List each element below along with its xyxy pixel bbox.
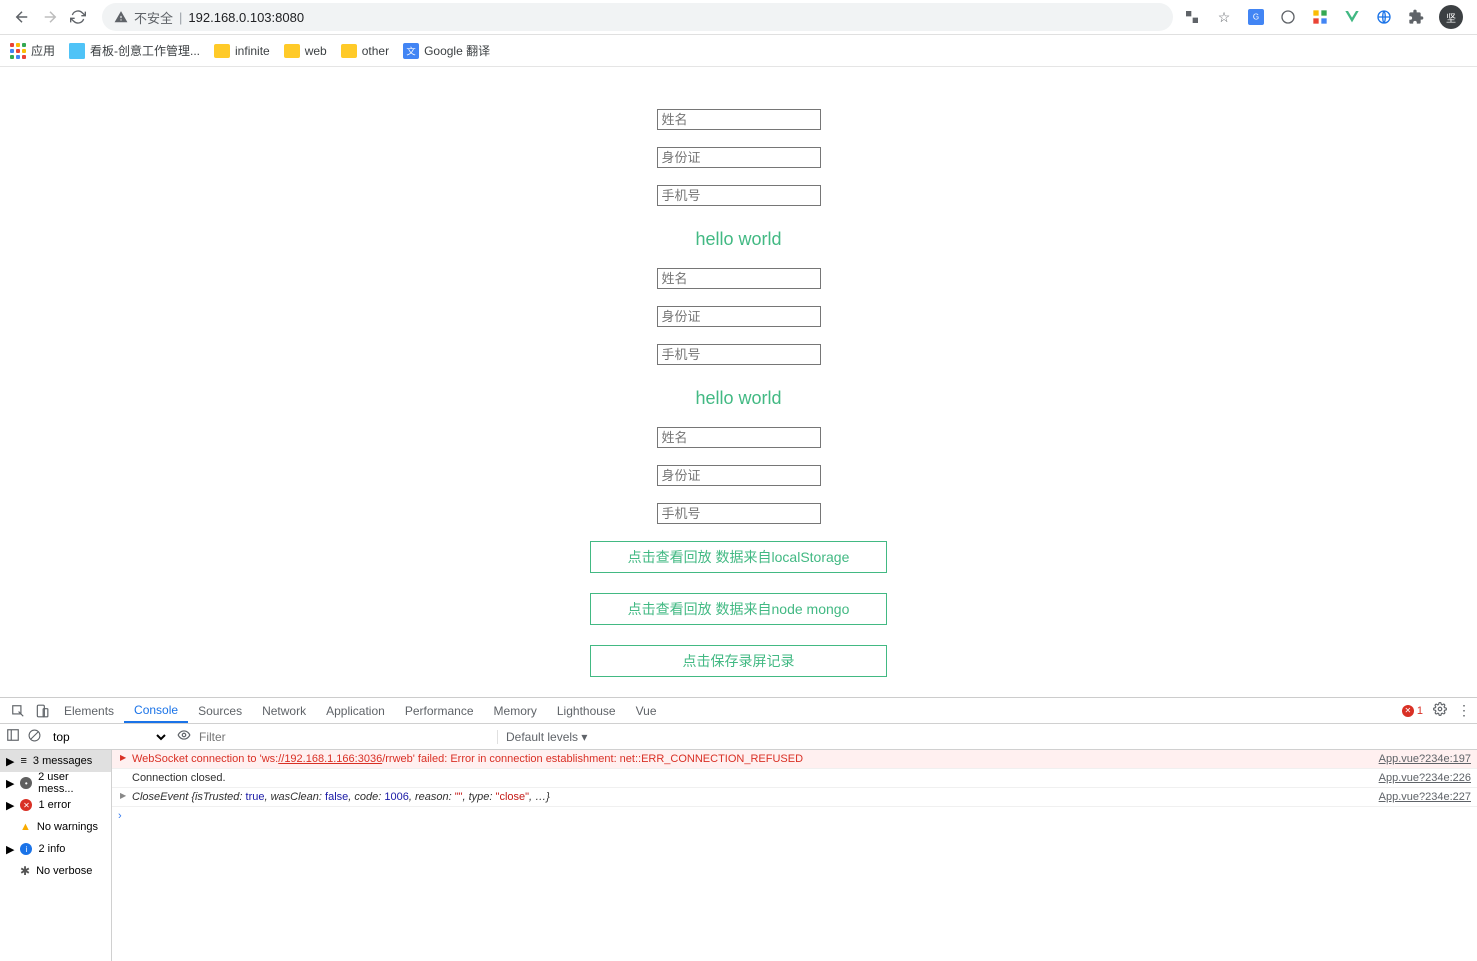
bookmark-star-icon[interactable]: ☆ <box>1215 8 1233 26</box>
side-errors[interactable]: ▶✕1 error <box>0 794 111 816</box>
apps-icon <box>10 43 26 59</box>
context-select[interactable]: top <box>49 729 169 745</box>
translate-icon: 文 <box>403 43 419 59</box>
id-input-1[interactable] <box>657 147 821 168</box>
reload-button[interactable] <box>64 3 92 31</box>
filter-input[interactable] <box>199 730 489 744</box>
side-verbose[interactable]: ✱No verbose <box>0 860 111 882</box>
profile-avatar[interactable]: 坚 <box>1439 5 1463 29</box>
tab-vue[interactable]: Vue <box>626 698 667 723</box>
error-source-link[interactable]: App.vue?234e:197 <box>1369 753 1471 765</box>
side-user-messages[interactable]: ▶•2 user mess... <box>0 772 111 794</box>
name-input-1[interactable] <box>657 109 821 130</box>
forward-button[interactable] <box>36 3 64 31</box>
hello-text-2: hello world <box>695 388 781 409</box>
live-expression-icon[interactable] <box>177 728 191 745</box>
svg-text:文: 文 <box>406 45 415 56</box>
bookmark-translate[interactable]: 文 Google 翻译 <box>403 42 490 59</box>
tab-lighthouse[interactable]: Lighthouse <box>547 698 626 723</box>
replay-mongo-button[interactable]: 点击查看回放 数据来自node mongo <box>590 593 887 625</box>
bookmark-infinite[interactable]: infinite <box>214 44 270 58</box>
bookmark-kanban[interactable]: 看板-创意工作管理... <box>69 42 200 59</box>
replay-localstorage-button[interactable]: 点击查看回放 数据来自localStorage <box>590 541 887 573</box>
url-text: 192.168.0.103:8080 <box>188 10 304 25</box>
console-log-line[interactable]: Connection closed. App.vue?234e:226 <box>112 769 1477 788</box>
grid-ext-icon[interactable] <box>1311 8 1329 26</box>
bookmark-web[interactable]: web <box>284 44 327 58</box>
circle-ext-icon[interactable] <box>1279 8 1297 26</box>
folder-icon <box>214 44 230 58</box>
tab-sources[interactable]: Sources <box>188 698 252 723</box>
error-count-badge[interactable]: ✕1 <box>1402 705 1423 717</box>
more-icon[interactable]: ⋮ <box>1457 702 1471 719</box>
insecure-icon <box>114 10 128 24</box>
extensions-menu-icon[interactable] <box>1407 8 1425 26</box>
name-input-2[interactable] <box>657 268 821 289</box>
tab-network[interactable]: Network <box>252 698 316 723</box>
phone-input-1[interactable] <box>657 185 821 206</box>
settings-icon[interactable] <box>1433 702 1447 719</box>
tab-application[interactable]: Application <box>316 698 395 723</box>
side-info[interactable]: ▶i2 info <box>0 838 111 860</box>
console-error-line[interactable]: WebSocket connection to 'ws://192.168.1.… <box>112 750 1477 769</box>
folder-icon <box>284 44 300 58</box>
phone-input-3[interactable] <box>657 503 821 524</box>
devtools-panel: Elements Console Sources Network Applica… <box>0 697 1477 961</box>
log-source-link[interactable]: App.vue?234e:226 <box>1369 772 1471 784</box>
back-button[interactable] <box>8 3 36 31</box>
name-input-3[interactable] <box>657 427 821 448</box>
insecure-label: 不安全 <box>134 8 173 27</box>
inspect-element-icon[interactable] <box>6 698 30 723</box>
clear-console-icon[interactable] <box>28 729 41 745</box>
address-bar[interactable]: 不安全 | 192.168.0.103:8080 <box>102 3 1173 31</box>
google-translate-icon[interactable]: G <box>1247 8 1265 26</box>
console-prompt[interactable]: › <box>112 807 1477 825</box>
hello-text-1: hello world <box>695 229 781 250</box>
bookmark-other[interactable]: other <box>341 44 389 58</box>
globe-ext-icon[interactable] <box>1375 8 1393 26</box>
vue-ext-icon[interactable] <box>1343 8 1361 26</box>
tab-performance[interactable]: Performance <box>395 698 484 723</box>
tab-console[interactable]: Console <box>124 698 188 723</box>
log-levels-select[interactable]: Default levels ▾ <box>497 730 587 744</box>
console-object-line[interactable]: CloseEvent {isTrusted: true, wasClean: f… <box>112 788 1477 807</box>
page-icon <box>69 43 85 59</box>
folder-icon <box>341 44 357 58</box>
page-content: hello world hello world 点击查看回放 数据来自local… <box>0 67 1477 697</box>
tab-memory[interactable]: Memory <box>484 698 547 723</box>
save-record-button[interactable]: 点击保存录屏记录 <box>590 645 887 677</box>
sidebar-toggle-icon[interactable] <box>6 728 20 745</box>
translate-ext-icon[interactable] <box>1183 8 1201 26</box>
side-warnings[interactable]: ▲No warnings <box>0 816 111 838</box>
device-toggle-icon[interactable] <box>30 698 54 723</box>
phone-input-2[interactable] <box>657 344 821 365</box>
side-messages[interactable]: ▶≡3 messages <box>0 750 111 772</box>
tab-elements[interactable]: Elements <box>54 698 124 723</box>
id-input-3[interactable] <box>657 465 821 486</box>
id-input-2[interactable] <box>657 306 821 327</box>
apps-shortcut[interactable]: 应用 <box>10 42 55 59</box>
svg-text:G: G <box>1253 13 1259 22</box>
object-source-link[interactable]: App.vue?234e:227 <box>1369 791 1471 803</box>
